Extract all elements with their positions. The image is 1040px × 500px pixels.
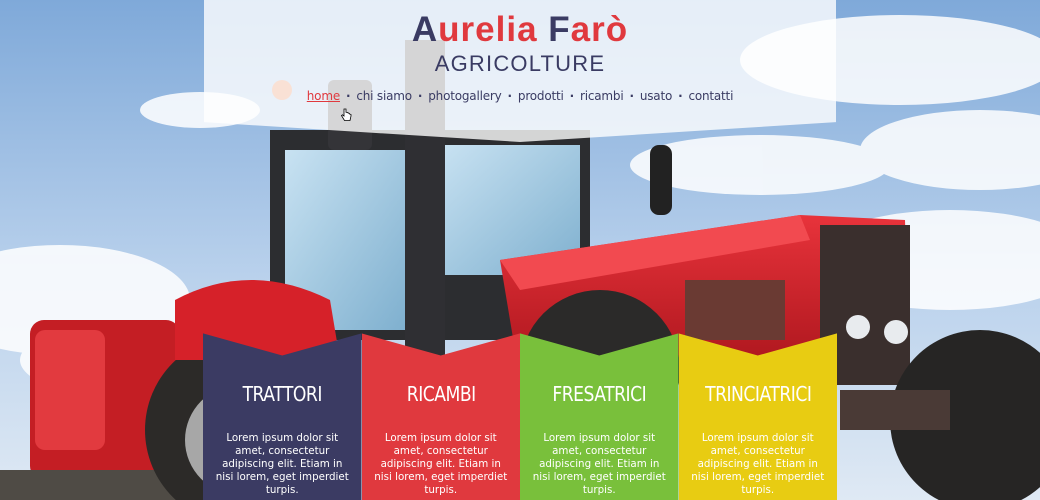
main-nav: home · chi siamo · photogallery · prodotti · ric… xyxy=(204,89,836,103)
logo-letter-f: F xyxy=(548,10,571,49)
nav-separator: · xyxy=(629,89,634,103)
nav-separator: · xyxy=(507,89,513,103)
tile-description: Lorem ipsum dolor sit amet, consectetur … xyxy=(691,432,825,496)
site-logo[interactable]: Aurelia Farò xyxy=(204,10,836,50)
tile-trinciatrici[interactable]: TRINCIATRICI Lorem ipsum dolor sit amet,… xyxy=(678,333,837,500)
logo-text-last-name: arò xyxy=(570,10,629,49)
nav-link-chi-siamo[interactable]: chi siamo xyxy=(356,89,412,103)
tile-trattori[interactable]: TRATTORI Lorem ipsum dolor sit amet, con… xyxy=(203,333,362,500)
tile-ricambi[interactable]: RICAMBI Lorem ipsum dolor sit amet, cons… xyxy=(361,333,520,500)
site-tagline: AGRICOLTURE xyxy=(434,51,606,76)
nav-separator: · xyxy=(417,89,423,103)
nav-link-contatti[interactable]: contatti xyxy=(688,89,733,103)
nav-separator: · xyxy=(346,89,351,103)
header-panel: Aurelia Farò AGRICOLTURE home · chi siamo ·… xyxy=(204,0,836,142)
category-tiles: TRATTORI Lorem ipsum dolor sit amet, con… xyxy=(203,330,837,500)
nav-separator: · xyxy=(569,89,575,103)
tile-title: TRATTORI xyxy=(242,382,323,406)
logo-text-first-name: urelia xyxy=(438,10,549,49)
nav-separator: · xyxy=(678,89,683,103)
tile-title: FRESATRICI xyxy=(552,382,647,406)
nav-link-usato[interactable]: usato xyxy=(640,89,672,103)
logo-letter-a: A xyxy=(411,10,439,49)
tile-fresatrici[interactable]: FRESATRICI Lorem ipsum dolor sit amet, c… xyxy=(520,333,679,500)
hand-pointer-icon xyxy=(340,108,352,121)
nav-link-prodotti[interactable]: prodotti xyxy=(518,89,564,103)
tile-title: RICAMBI xyxy=(406,382,476,406)
tile-description: Lorem ipsum dolor sit amet, consectetur … xyxy=(532,432,666,496)
tile-description: Lorem ipsum dolor sit amet, consectetur … xyxy=(215,432,349,496)
nav-link-photogallery[interactable]: photogallery xyxy=(428,89,501,103)
tile-description: Lorem ipsum dolor sit amet, consectetur … xyxy=(374,432,508,496)
tile-title: TRINCIATRICI xyxy=(704,382,812,406)
nav-link-ricambi[interactable]: ricambi xyxy=(580,89,624,103)
nav-link-home[interactable]: home xyxy=(307,89,340,103)
